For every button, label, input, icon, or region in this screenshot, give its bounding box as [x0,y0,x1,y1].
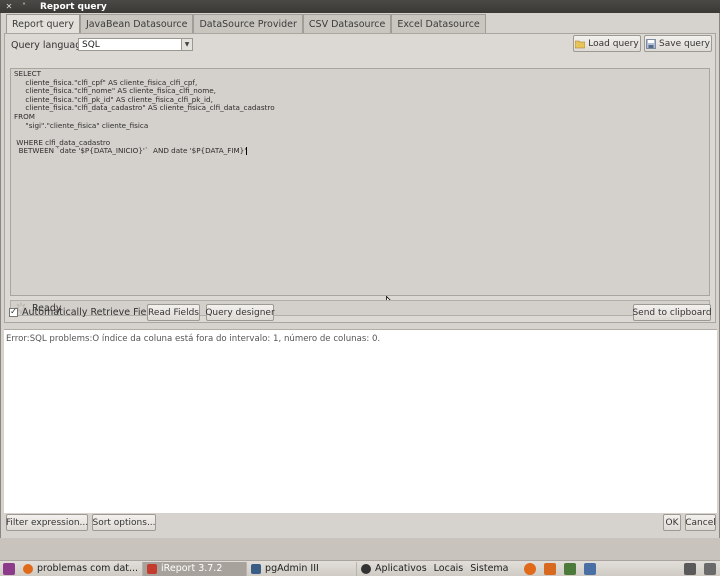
menu-sistema[interactable]: Sistema [470,563,508,574]
taskbar: problemas com dat... iReport 3.7.2 pgAdm… [0,560,720,576]
task-label: iReport 3.7.2 [161,563,223,574]
menu-locais[interactable]: Locais [434,563,464,574]
volume-icon[interactable] [704,562,716,575]
task-ireport[interactable]: iReport 3.7.2 [143,561,248,576]
save-query-button[interactable]: Save query [644,35,712,52]
ubuntu-logo-icon [361,563,372,574]
auto-retrieve-fields-label: Automatically Retrieve Fields [22,306,160,318]
query-language-value: SQL [82,39,100,50]
network-icon[interactable] [684,562,696,575]
ireport-launcher-icon[interactable] [543,562,556,575]
task-label: problemas com dat... [37,563,139,574]
firefox-launcher-icon[interactable] [523,562,536,575]
task-pgadmin[interactable]: pgAdmin III [247,561,358,576]
show-desktop-icon[interactable] [3,562,15,575]
background-window-strip [0,538,720,560]
query-language-select[interactable]: SQL ▼ [78,38,193,51]
folder-icon [575,39,586,49]
tab-excel-datasource[interactable]: Excel Datasource [391,14,486,33]
menu-aplicativos[interactable]: Aplicativos [375,563,427,574]
save-icon [646,38,656,49]
query-language-label: Query language [11,40,88,51]
checkbox-check-icon[interactable]: ✓ [9,307,18,317]
auto-retrieve-fields-checkbox[interactable]: ✓ Automatically Retrieve Fields [9,305,160,319]
window-title: Report query [40,1,107,12]
tab-report-query[interactable]: Report query [6,14,80,34]
fields-results-area: Error:SQL problems:O índice da coluna es… [4,329,717,513]
filter-expression-button[interactable]: Filter expression... [6,514,88,531]
sql-line: BETWEEN `date '$P{DATA_INICIO}'` AND dat… [14,146,247,156]
chevron-down-icon[interactable]: ▼ [181,39,192,50]
tab-strip: Report query JavaBean Datasource DataSou… [6,14,486,34]
error-message: Error:SQL problems:O índice da coluna es… [6,334,381,344]
tab-csv-datasource[interactable]: CSV Datasource [302,14,392,33]
ok-button[interactable]: OK [663,514,681,531]
sql-line: cliente_fisica."clfi_data_cadastro" AS c… [14,103,275,113]
read-fields-button[interactable]: Read Fields [147,304,200,321]
cancel-button[interactable]: Cancel [685,514,716,531]
task-firefox[interactable]: problemas com dat... [19,561,144,576]
sort-options-button[interactable]: Sort options... [92,514,156,531]
query-designer-button[interactable]: Query designer [205,304,275,321]
title-bar: ✕ ˄ Report query [0,0,720,13]
text-cursor [246,147,248,156]
launcher-icon[interactable] [583,562,596,575]
task-label: pgAdmin III [265,563,319,574]
ireport-icon [147,563,158,574]
firefox-icon [23,563,33,574]
launcher-icon[interactable] [563,562,576,575]
pgadmin-icon [251,563,262,574]
tab-datasource-provider[interactable]: DataSource Provider [193,14,303,33]
report-query-dialog: Report query JavaBean Datasource DataSou… [0,13,720,538]
report-query-panel: Query language SQL ▼ Load query Save que… [4,33,716,323]
close-icon[interactable]: ✕ [3,1,15,12]
sql-query-editor[interactable]: SELECT cliente_fisica."clfi_cpf" AS clie… [10,68,710,296]
send-to-clipboard-button[interactable]: Send to clipboard [632,304,712,321]
tab-javabean-datasource[interactable]: JavaBean Datasource [79,14,194,33]
chevron-up-icon[interactable]: ˄ [18,1,30,12]
load-query-button[interactable]: Load query [573,35,641,52]
load-query-label: Load query [588,38,639,49]
save-query-label: Save query [659,38,710,49]
sql-line: "sigi"."cliente_fisica" cliente_fisica [14,120,149,130]
